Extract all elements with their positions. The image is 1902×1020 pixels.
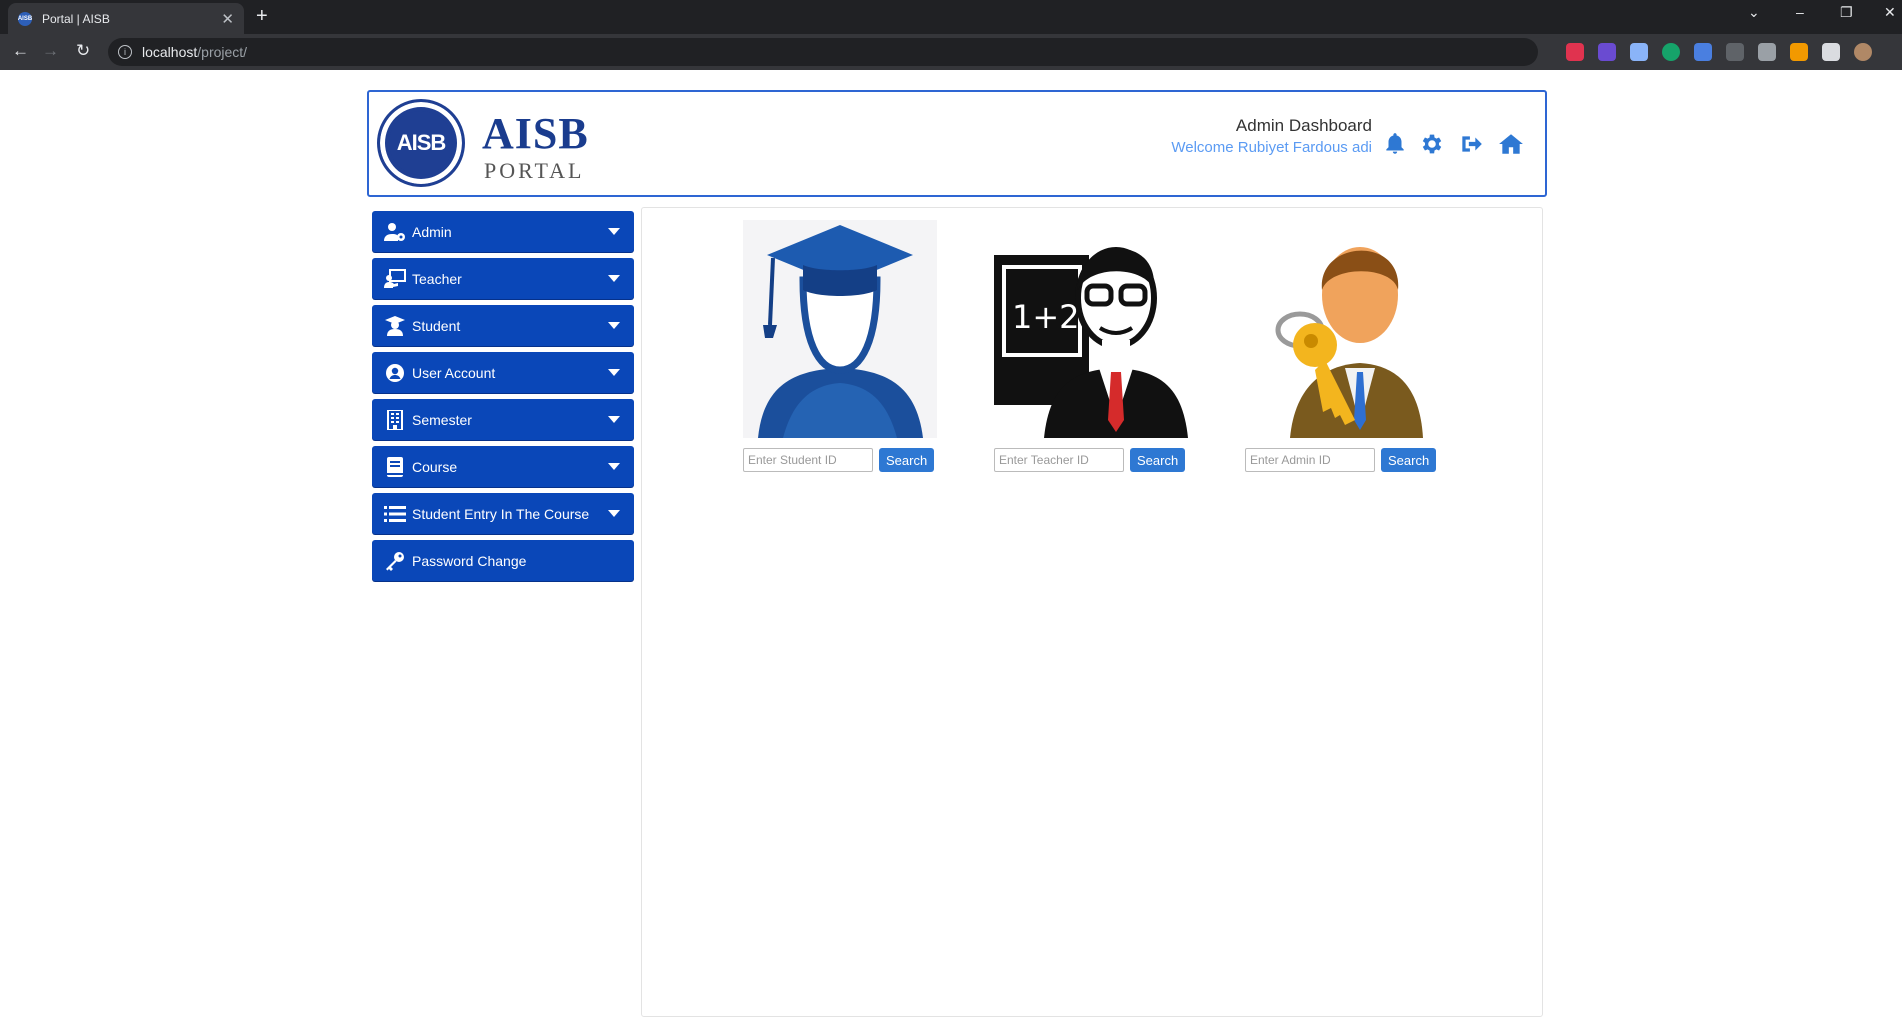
student-search-row: Search <box>743 448 935 472</box>
site-info-icon[interactable]: i <box>118 45 132 59</box>
chalkboard-teacher-icon <box>384 268 406 290</box>
favicon-icon: AISB <box>18 11 32 26</box>
browser-toolbar: ← → ↻ i localhost/project/ <box>0 34 1902 70</box>
user-circle-icon <box>384 362 406 384</box>
browser-tab[interactable]: AISB Portal | AISB ✕ <box>8 3 244 34</box>
teacher-search-card: 1+2 Search <box>994 220 1194 472</box>
extension-icon[interactable] <box>1790 43 1808 61</box>
sidebar-item-admin[interactable]: Admin <box>372 211 634 252</box>
sidebar-item-label: Student Entry In The Course <box>412 505 590 522</box>
main-panel: Search 1+2 Search <box>641 207 1543 1017</box>
sidebar-item-teacher[interactable]: Teacher <box>372 258 634 299</box>
close-window-icon[interactable]: ✕ <box>1884 4 1896 21</box>
teacher-id-input[interactable] <box>994 448 1124 472</box>
reload-icon[interactable]: ↻ <box>76 41 90 61</box>
sidebar-item-student[interactable]: Student <box>372 305 634 346</box>
admin-key-illustration <box>1275 247 1423 438</box>
bell-icon[interactable] <box>1382 131 1408 157</box>
sidebar-item-student-entry[interactable]: Student Entry In The Course <box>372 493 634 534</box>
tab-title: Portal | AISB <box>42 11 110 26</box>
school-seal-logo: AISB <box>377 99 465 187</box>
restore-icon[interactable]: ❐ <box>1840 4 1853 21</box>
dashboard-title: Admin Dashboard <box>1235 116 1372 135</box>
gear-icon[interactable] <box>1419 131 1445 157</box>
pen-extension-icon[interactable] <box>1630 43 1648 61</box>
caret-down-icon <box>608 416 620 423</box>
sidebar-item-label: Admin <box>412 223 452 240</box>
adblock-extension-icon[interactable] <box>1566 43 1584 61</box>
sidebar-item-semester[interactable]: Semester <box>372 399 634 440</box>
page: AISB AISB PORTAL Admin Dashboard Welcome… <box>0 70 1902 1020</box>
key-icon <box>384 550 406 572</box>
minimize-icon[interactable]: – <box>1796 4 1804 20</box>
graduate-student-illustration <box>743 220 937 438</box>
board-text: 1+2 <box>1012 298 1080 336</box>
admin-search-button[interactable]: Search <box>1381 448 1437 472</box>
extension-icon[interactable] <box>1758 43 1776 61</box>
grammarly-extension-icon[interactable] <box>1662 43 1680 61</box>
new-tab-icon[interactable]: + <box>256 5 268 28</box>
browser-tab-strip: AISB Portal | AISB ✕ + ⌄ – ❐ ✕ <box>0 0 1902 34</box>
caret-down-icon <box>608 228 620 235</box>
forward-icon[interactable]: → <box>42 41 59 61</box>
list-icon <box>384 503 406 525</box>
sidebar-item-label: Student <box>412 317 461 334</box>
caret-down-icon <box>608 510 620 517</box>
graduate-icon <box>384 315 406 337</box>
sidebar-menu: Admin Teacher Student User Account Semes… <box>372 211 634 587</box>
teacher-search-row: Search <box>994 448 1186 472</box>
student-search-button[interactable]: Search <box>879 448 935 472</box>
student-id-input[interactable] <box>743 448 873 472</box>
translate-extension-icon[interactable] <box>1694 43 1712 61</box>
caret-down-icon <box>608 463 620 470</box>
sidebar-item-label: User Account <box>412 364 496 381</box>
sidebar-item-label: Semester <box>412 411 472 428</box>
teacher-illustration: 1+2 <box>994 247 1188 438</box>
url-host: localhost <box>142 44 198 60</box>
user-cog-icon <box>384 221 406 243</box>
portal-header: AISB AISB PORTAL Admin Dashboard Welcome… <box>367 90 1547 197</box>
building-icon <box>384 409 406 431</box>
tab-close-icon[interactable]: ✕ <box>221 10 234 28</box>
sidebar-item-label: Password Change <box>412 552 527 569</box>
brand-subtitle: PORTAL <box>484 158 585 183</box>
caret-down-icon <box>608 275 620 282</box>
student-search-card: Search <box>743 220 943 472</box>
sidebar-item-user-account[interactable]: User Account <box>372 352 634 393</box>
teacher-search-button[interactable]: Search <box>1130 448 1186 472</box>
url-path: /project/ <box>197 44 248 60</box>
seal-text: AISB <box>396 130 447 155</box>
sidebar-item-password-change[interactable]: Password Change <box>372 540 634 581</box>
address-bar[interactable]: i localhost/project/ <box>108 38 1538 66</box>
puzzle-icon[interactable] <box>1822 43 1840 61</box>
extension-icon[interactable] <box>1726 43 1744 61</box>
admin-search-card: Search <box>1245 220 1445 472</box>
tab-search-icon[interactable]: ⌄ <box>1748 4 1760 21</box>
admin-id-input[interactable] <box>1245 448 1375 472</box>
profile-avatar[interactable] <box>1854 43 1872 61</box>
sidebar-item-course[interactable]: Course <box>372 446 634 487</box>
book-icon <box>384 456 406 478</box>
admin-search-row: Search <box>1245 448 1437 472</box>
welcome-text: Welcome Rubiyet Fardous adi <box>1171 139 1372 156</box>
back-icon[interactable]: ← <box>12 41 29 61</box>
sign-out-icon[interactable] <box>1458 131 1484 157</box>
caret-down-icon <box>608 369 620 376</box>
caret-down-icon <box>608 322 620 329</box>
sidebar-item-label: Teacher <box>412 270 462 287</box>
home-icon[interactable] <box>1498 131 1524 157</box>
extension-icon[interactable] <box>1598 43 1616 61</box>
brand-title: AISB <box>482 109 589 158</box>
sidebar-item-label: Course <box>412 458 458 475</box>
